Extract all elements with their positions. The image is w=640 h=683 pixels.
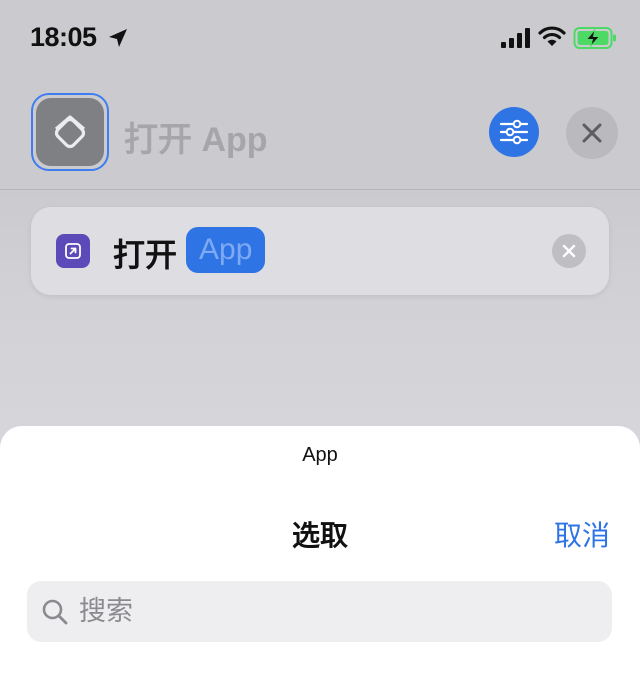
- battery-charging-icon: [573, 27, 616, 49]
- action-verb: 打开: [113, 236, 178, 274]
- sliders-icon: [499, 119, 529, 145]
- open-app-arrow-icon: [65, 243, 81, 259]
- settings-button[interactable]: [489, 107, 539, 157]
- search-bar[interactable]: [27, 581, 612, 642]
- app-parameter-token[interactable]: App: [186, 227, 266, 273]
- close-button[interactable]: [566, 107, 618, 159]
- remove-icon: [562, 244, 576, 258]
- shortcut-header: 打开 App: [0, 84, 640, 190]
- status-bar: 18:05: [0, 0, 640, 80]
- status-time: 18:05: [30, 22, 97, 52]
- open-app-action-card[interactable]: 打开 App: [31, 207, 609, 295]
- action-icon: [56, 234, 90, 268]
- cellular-signal-icon: [501, 28, 530, 48]
- shortcut-title[interactable]: 打开 App: [124, 112, 268, 161]
- remove-action-button[interactable]: [552, 234, 586, 268]
- search-input[interactable]: [79, 581, 579, 642]
- location-arrow-icon: [109, 29, 127, 47]
- cancel-button[interactable]: 取消: [554, 514, 610, 554]
- sheet-caption: App: [302, 444, 338, 466]
- close-icon: [582, 123, 602, 143]
- wifi-icon: [538, 26, 566, 46]
- app-picker-sheet: App 选取 取消: [0, 426, 640, 683]
- sheet-title: 选取: [291, 519, 348, 552]
- search-icon: [42, 599, 68, 625]
- shortcut-icon: [36, 98, 104, 166]
- shortcuts-layers-icon: [54, 115, 86, 149]
- screen: 18:05 打开 App 打开 App App 选取 取消 搜索: [0, 0, 640, 683]
- shortcut-icon-button[interactable]: [31, 93, 109, 171]
